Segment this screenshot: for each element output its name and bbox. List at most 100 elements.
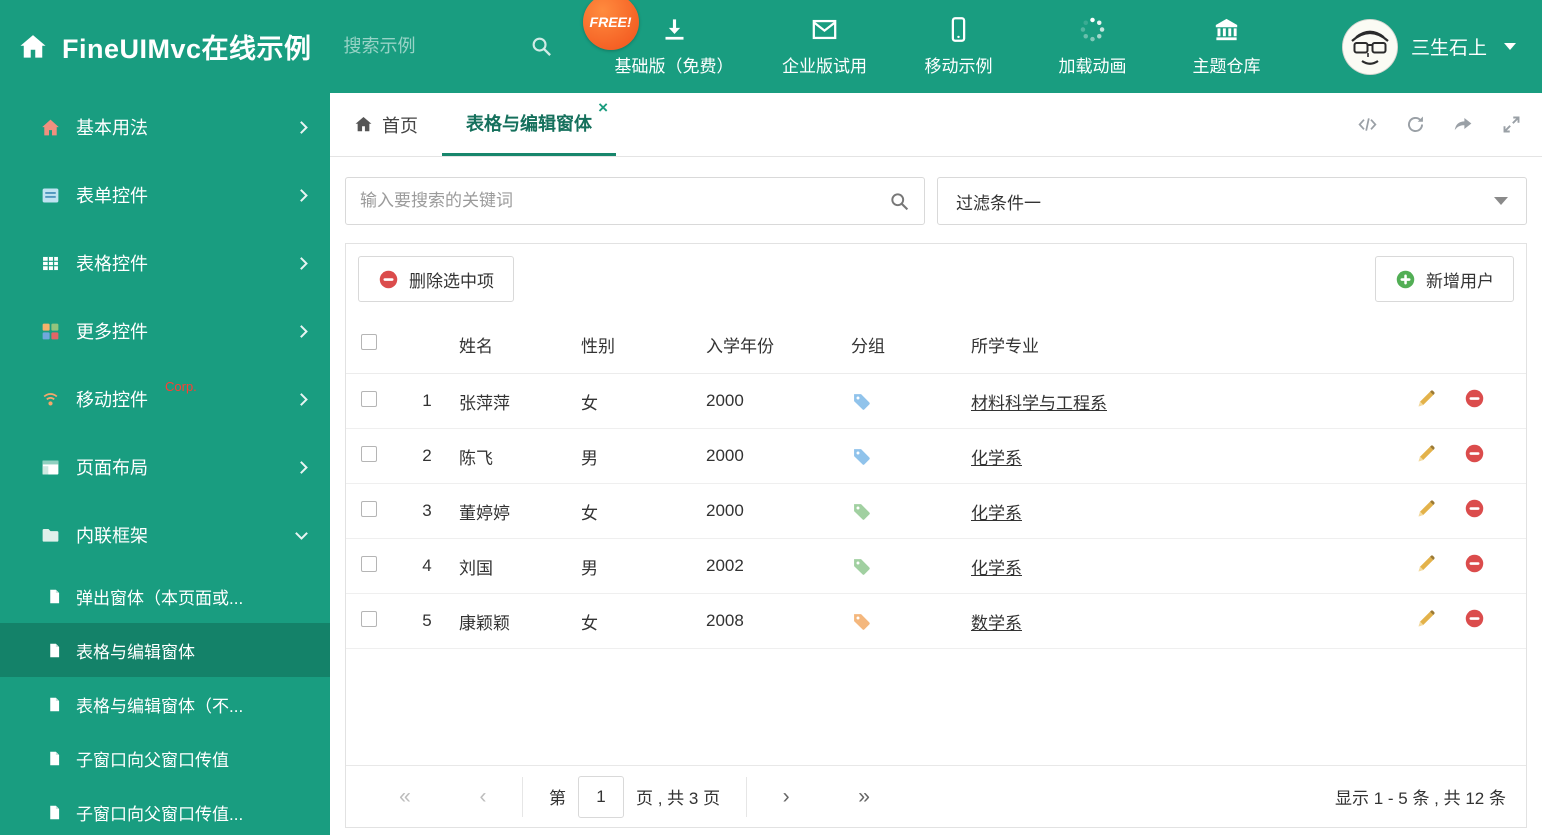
page-number-input[interactable] <box>578 775 624 818</box>
tab-grid-edit-window[interactable]: 表格与编辑窗体 × <box>442 93 616 156</box>
header-search-input[interactable] <box>343 36 494 57</box>
nav-label: 企业版试用 <box>782 57 868 76</box>
edit-row-icon[interactable] <box>1416 388 1437 409</box>
app-title: FineUIMvc在线示例 <box>62 34 312 64</box>
tab-home[interactable]: 首页 <box>330 93 442 156</box>
cell-name: 董婷婷 <box>459 503 510 523</box>
nav-item-mobile-demo[interactable]: 移动示例 <box>916 16 1002 77</box>
edit-row-icon[interactable] <box>1416 608 1437 629</box>
sidebar-subitem-child-to-parent[interactable]: 子窗口向父窗口传值 <box>0 731 330 785</box>
row-checkbox[interactable] <box>361 390 377 407</box>
sidebar-subitem-popup-window[interactable]: 弹出窗体（本页面或... <box>0 569 330 623</box>
file-icon <box>50 805 60 819</box>
home-icon <box>20 34 46 58</box>
row-checkbox[interactable] <box>361 555 377 572</box>
keyword-search-input[interactable] <box>360 191 889 211</box>
nav-item-theme-store[interactable]: 主题仓库 <box>1184 16 1270 77</box>
sidebar-item-label: 移动控件 <box>76 390 148 410</box>
search-icon[interactable] <box>889 191 910 212</box>
sidebar-item-page-layout[interactable]: 页面布局 <box>0 433 330 501</box>
cell-group <box>851 556 971 577</box>
maximize-icon[interactable] <box>1501 114 1522 135</box>
filter-dropdown[interactable]: 过滤条件一 <box>937 177 1527 225</box>
keyword-search-box <box>345 177 925 225</box>
sidebar-item-label: 表格控件 <box>76 254 148 274</box>
cell-name: 陈飞 <box>459 448 493 468</box>
major-link[interactable]: 材料科学与工程系 <box>971 394 1107 413</box>
brand[interactable]: FineUIMvc在线示例 <box>18 27 312 66</box>
add-user-button[interactable]: 新增用户 <box>1375 256 1514 302</box>
user-menu[interactable]: 三生石上 <box>1341 18 1516 75</box>
sidebar: 基本用法 表单控件 表格控件 更多控件 移动控件 Corp. 页面布局 内联框架… <box>0 93 330 835</box>
nav-item-loading-animation[interactable]: 加载动画 <box>1050 16 1136 77</box>
sidebar-subitem-grid-edit-window[interactable]: 表格与编辑窗体 <box>0 623 330 677</box>
column-header-year: 入学年份 <box>706 337 774 356</box>
cell-group <box>851 446 971 467</box>
delete-row-icon[interactable] <box>1464 443 1485 464</box>
plus-circle-icon <box>1396 270 1415 288</box>
edit-row-icon[interactable] <box>1416 553 1437 574</box>
envelope-icon <box>812 19 837 40</box>
search-icon[interactable] <box>530 35 553 58</box>
row-checkbox[interactable] <box>361 445 377 462</box>
table-empty-space <box>346 649 1526 765</box>
table-body: 1 张萍萍 女 2000 材料科学与工程系 2 陈飞 男 2000 化学系 3 … <box>346 374 1526 649</box>
cell-year: 2008 <box>706 611 744 630</box>
row-checkbox[interactable] <box>361 500 377 517</box>
major-link[interactable]: 化学系 <box>971 449 1022 468</box>
chevron-right-icon <box>295 460 308 474</box>
file-icon <box>50 751 60 765</box>
row-checkbox[interactable] <box>361 610 377 627</box>
open-new-window-icon[interactable] <box>1453 114 1474 135</box>
refresh-icon[interactable] <box>1405 114 1426 135</box>
sidebar-item-form-controls[interactable]: 表单控件 <box>0 161 330 229</box>
sidebar-item-inline-frame[interactable]: 内联框架 <box>0 501 330 569</box>
house-icon <box>42 119 59 135</box>
delete-row-icon[interactable] <box>1464 553 1485 574</box>
button-label: 新增用户 <box>1426 271 1494 291</box>
prev-page-button[interactable]: ‹ <box>444 785 522 809</box>
nav-item-enterprise-trial[interactable]: 企业版试用 <box>782 16 868 77</box>
sidebar-item-basic-usage[interactable]: 基本用法 <box>0 93 330 161</box>
table-row: 1 张萍萍 女 2000 材料科学与工程系 <box>346 374 1526 429</box>
user-name: 三生石上 <box>1410 38 1487 59</box>
chevron-right-icon <box>295 392 308 406</box>
corp-badge: Corp. <box>165 379 197 394</box>
edit-row-icon[interactable] <box>1416 443 1437 464</box>
last-page-button[interactable]: » <box>825 785 903 809</box>
first-page-button[interactable]: « <box>366 785 444 809</box>
next-page-button[interactable]: › <box>747 785 825 809</box>
delete-selected-button[interactable]: 删除选中项 <box>358 256 514 302</box>
delete-row-icon[interactable] <box>1464 498 1485 519</box>
page-number-group: 第 页 , 共 3 页 <box>522 775 748 818</box>
select-all-checkbox[interactable] <box>361 334 377 350</box>
minus-circle-icon <box>379 270 398 288</box>
sidebar-item-grid-controls[interactable]: 表格控件 <box>0 229 330 297</box>
layout-icon <box>42 460 59 474</box>
close-icon[interactable]: × <box>598 99 608 116</box>
tab-label: 首页 <box>382 115 418 136</box>
sidebar-item-label: 基本用法 <box>76 118 148 138</box>
tag-icon <box>854 503 870 520</box>
major-link[interactable]: 数学系 <box>971 614 1022 633</box>
blocks-icon <box>42 323 59 339</box>
tag-icon <box>854 558 870 575</box>
filter-row: 过滤条件一 <box>330 157 1542 225</box>
sidebar-subitem-child-to-parent-2[interactable]: 子窗口向父窗口传值... <box>0 785 330 835</box>
cell-name: 刘国 <box>459 558 493 578</box>
signal-icon <box>43 392 58 406</box>
sidebar-item-more-controls[interactable]: 更多控件 <box>0 297 330 365</box>
major-link[interactable]: 化学系 <box>971 504 1022 523</box>
chevron-down-icon <box>1504 43 1516 50</box>
sidebar-item-mobile-controls[interactable]: 移动控件 Corp. <box>0 365 330 433</box>
major-link[interactable]: 化学系 <box>971 559 1022 578</box>
delete-row-icon[interactable] <box>1464 388 1485 409</box>
folder-icon <box>42 528 59 542</box>
edit-row-icon[interactable] <box>1416 498 1437 519</box>
delete-row-icon[interactable] <box>1464 608 1485 629</box>
sidebar-subitem-grid-edit-window-2[interactable]: 表格与编辑窗体（不... <box>0 677 330 731</box>
chevron-right-icon <box>295 256 308 270</box>
source-code-icon[interactable] <box>1357 114 1378 135</box>
home-icon <box>355 116 372 132</box>
app-header: FineUIMvc在线示例 FREE! 基础版（免费） 企业版试用 移动示例 加… <box>0 0 1542 93</box>
